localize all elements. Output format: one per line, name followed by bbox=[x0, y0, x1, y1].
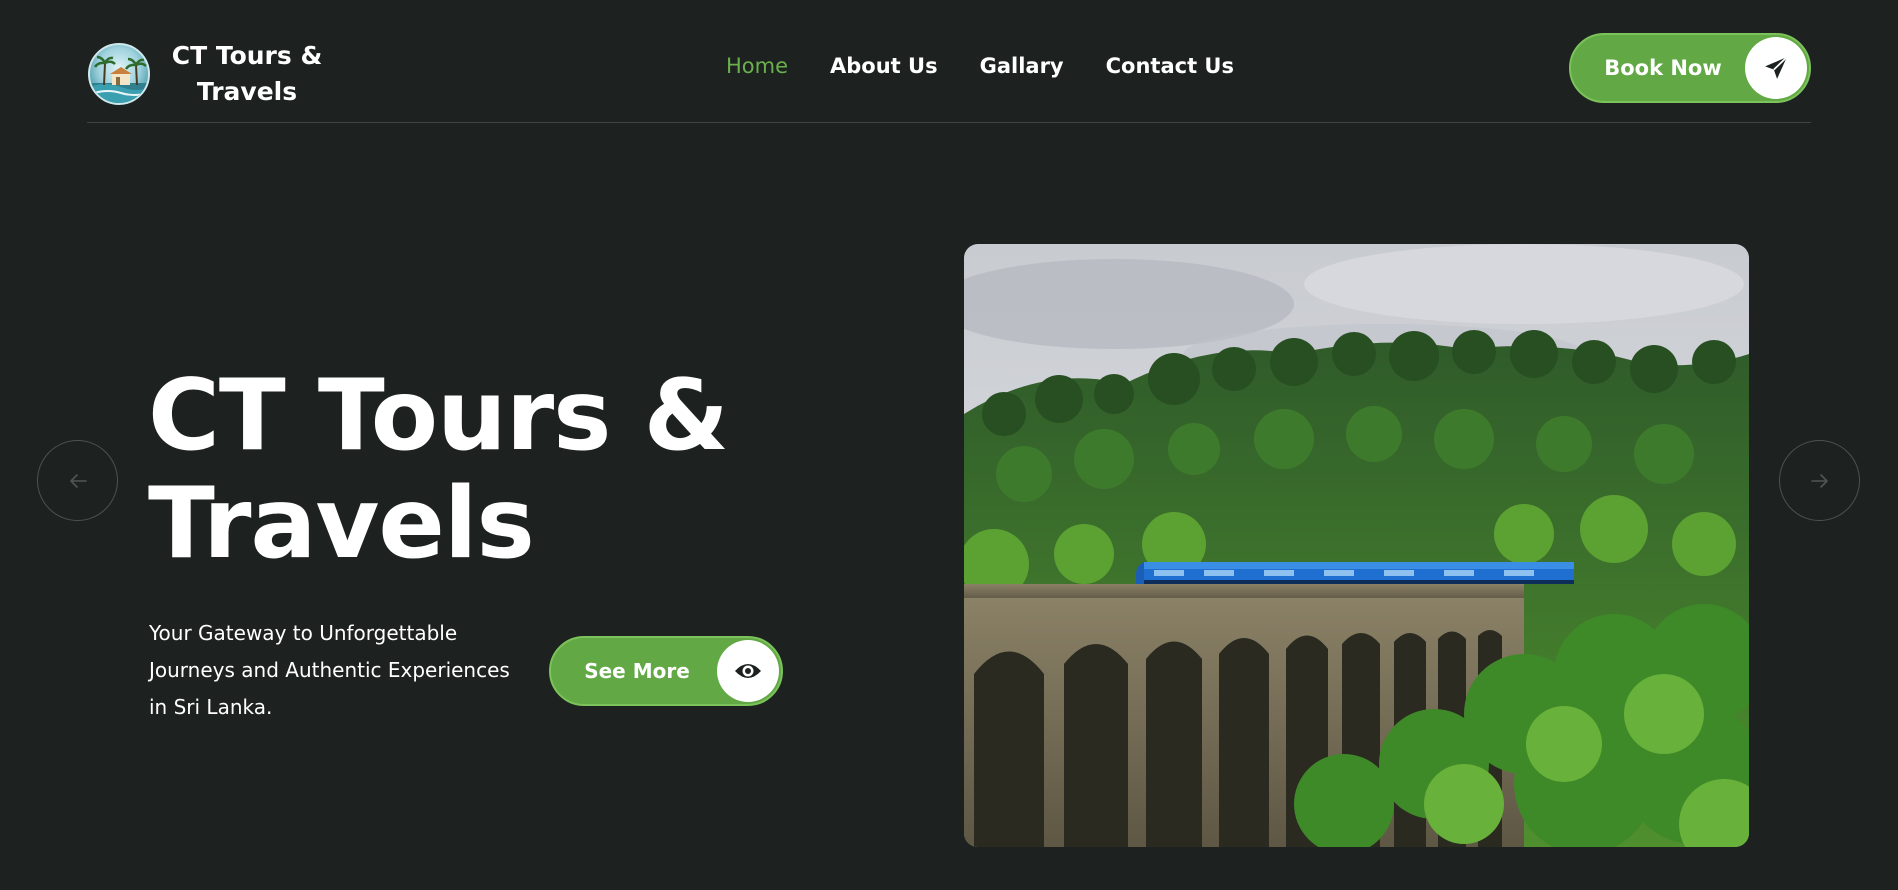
arrow-right-icon bbox=[1810, 473, 1828, 488]
nav-item-contact-us[interactable]: Contact Us bbox=[1106, 50, 1234, 82]
hero-title-line2: Travels bbox=[148, 467, 535, 581]
arrow-left-icon bbox=[69, 473, 87, 488]
hero-subtitle: Your Gateway to Unforgettable Journeys a… bbox=[149, 621, 510, 719]
page: CT Tours & Travels Home About Us Gallary… bbox=[0, 0, 1898, 890]
nav-item-home[interactable]: Home bbox=[726, 50, 788, 82]
see-more-label: See More bbox=[584, 659, 690, 683]
book-now-label: Book Now bbox=[1604, 56, 1722, 80]
brand-name-line1: CT Tours & bbox=[171, 41, 323, 70]
hero-image-train-bridge bbox=[964, 244, 1749, 847]
main-nav: Home About Us Gallary Contact Us bbox=[726, 50, 1276, 82]
nav-item-gallary[interactable]: Gallary bbox=[980, 50, 1064, 82]
brand-logo[interactable]: CT Tours & Travels bbox=[88, 38, 332, 110]
header-divider bbox=[87, 122, 1811, 123]
hero-title: CT Tours & Travels bbox=[148, 362, 768, 578]
hero-title-line1: CT Tours & bbox=[148, 359, 729, 473]
nav-item-about-us[interactable]: About Us bbox=[830, 50, 938, 82]
paper-plane-icon bbox=[1745, 37, 1807, 99]
brand-name: CT Tours & Travels bbox=[162, 38, 332, 110]
brand-name-line2: Travels bbox=[196, 77, 298, 106]
see-more-button[interactable]: See More bbox=[549, 636, 783, 706]
slider-next-button[interactable] bbox=[1779, 440, 1860, 521]
logo-badge-icon bbox=[88, 43, 150, 105]
eye-icon bbox=[717, 640, 779, 702]
book-now-button[interactable]: Book Now bbox=[1569, 33, 1811, 103]
slider-prev-button[interactable] bbox=[37, 440, 118, 521]
